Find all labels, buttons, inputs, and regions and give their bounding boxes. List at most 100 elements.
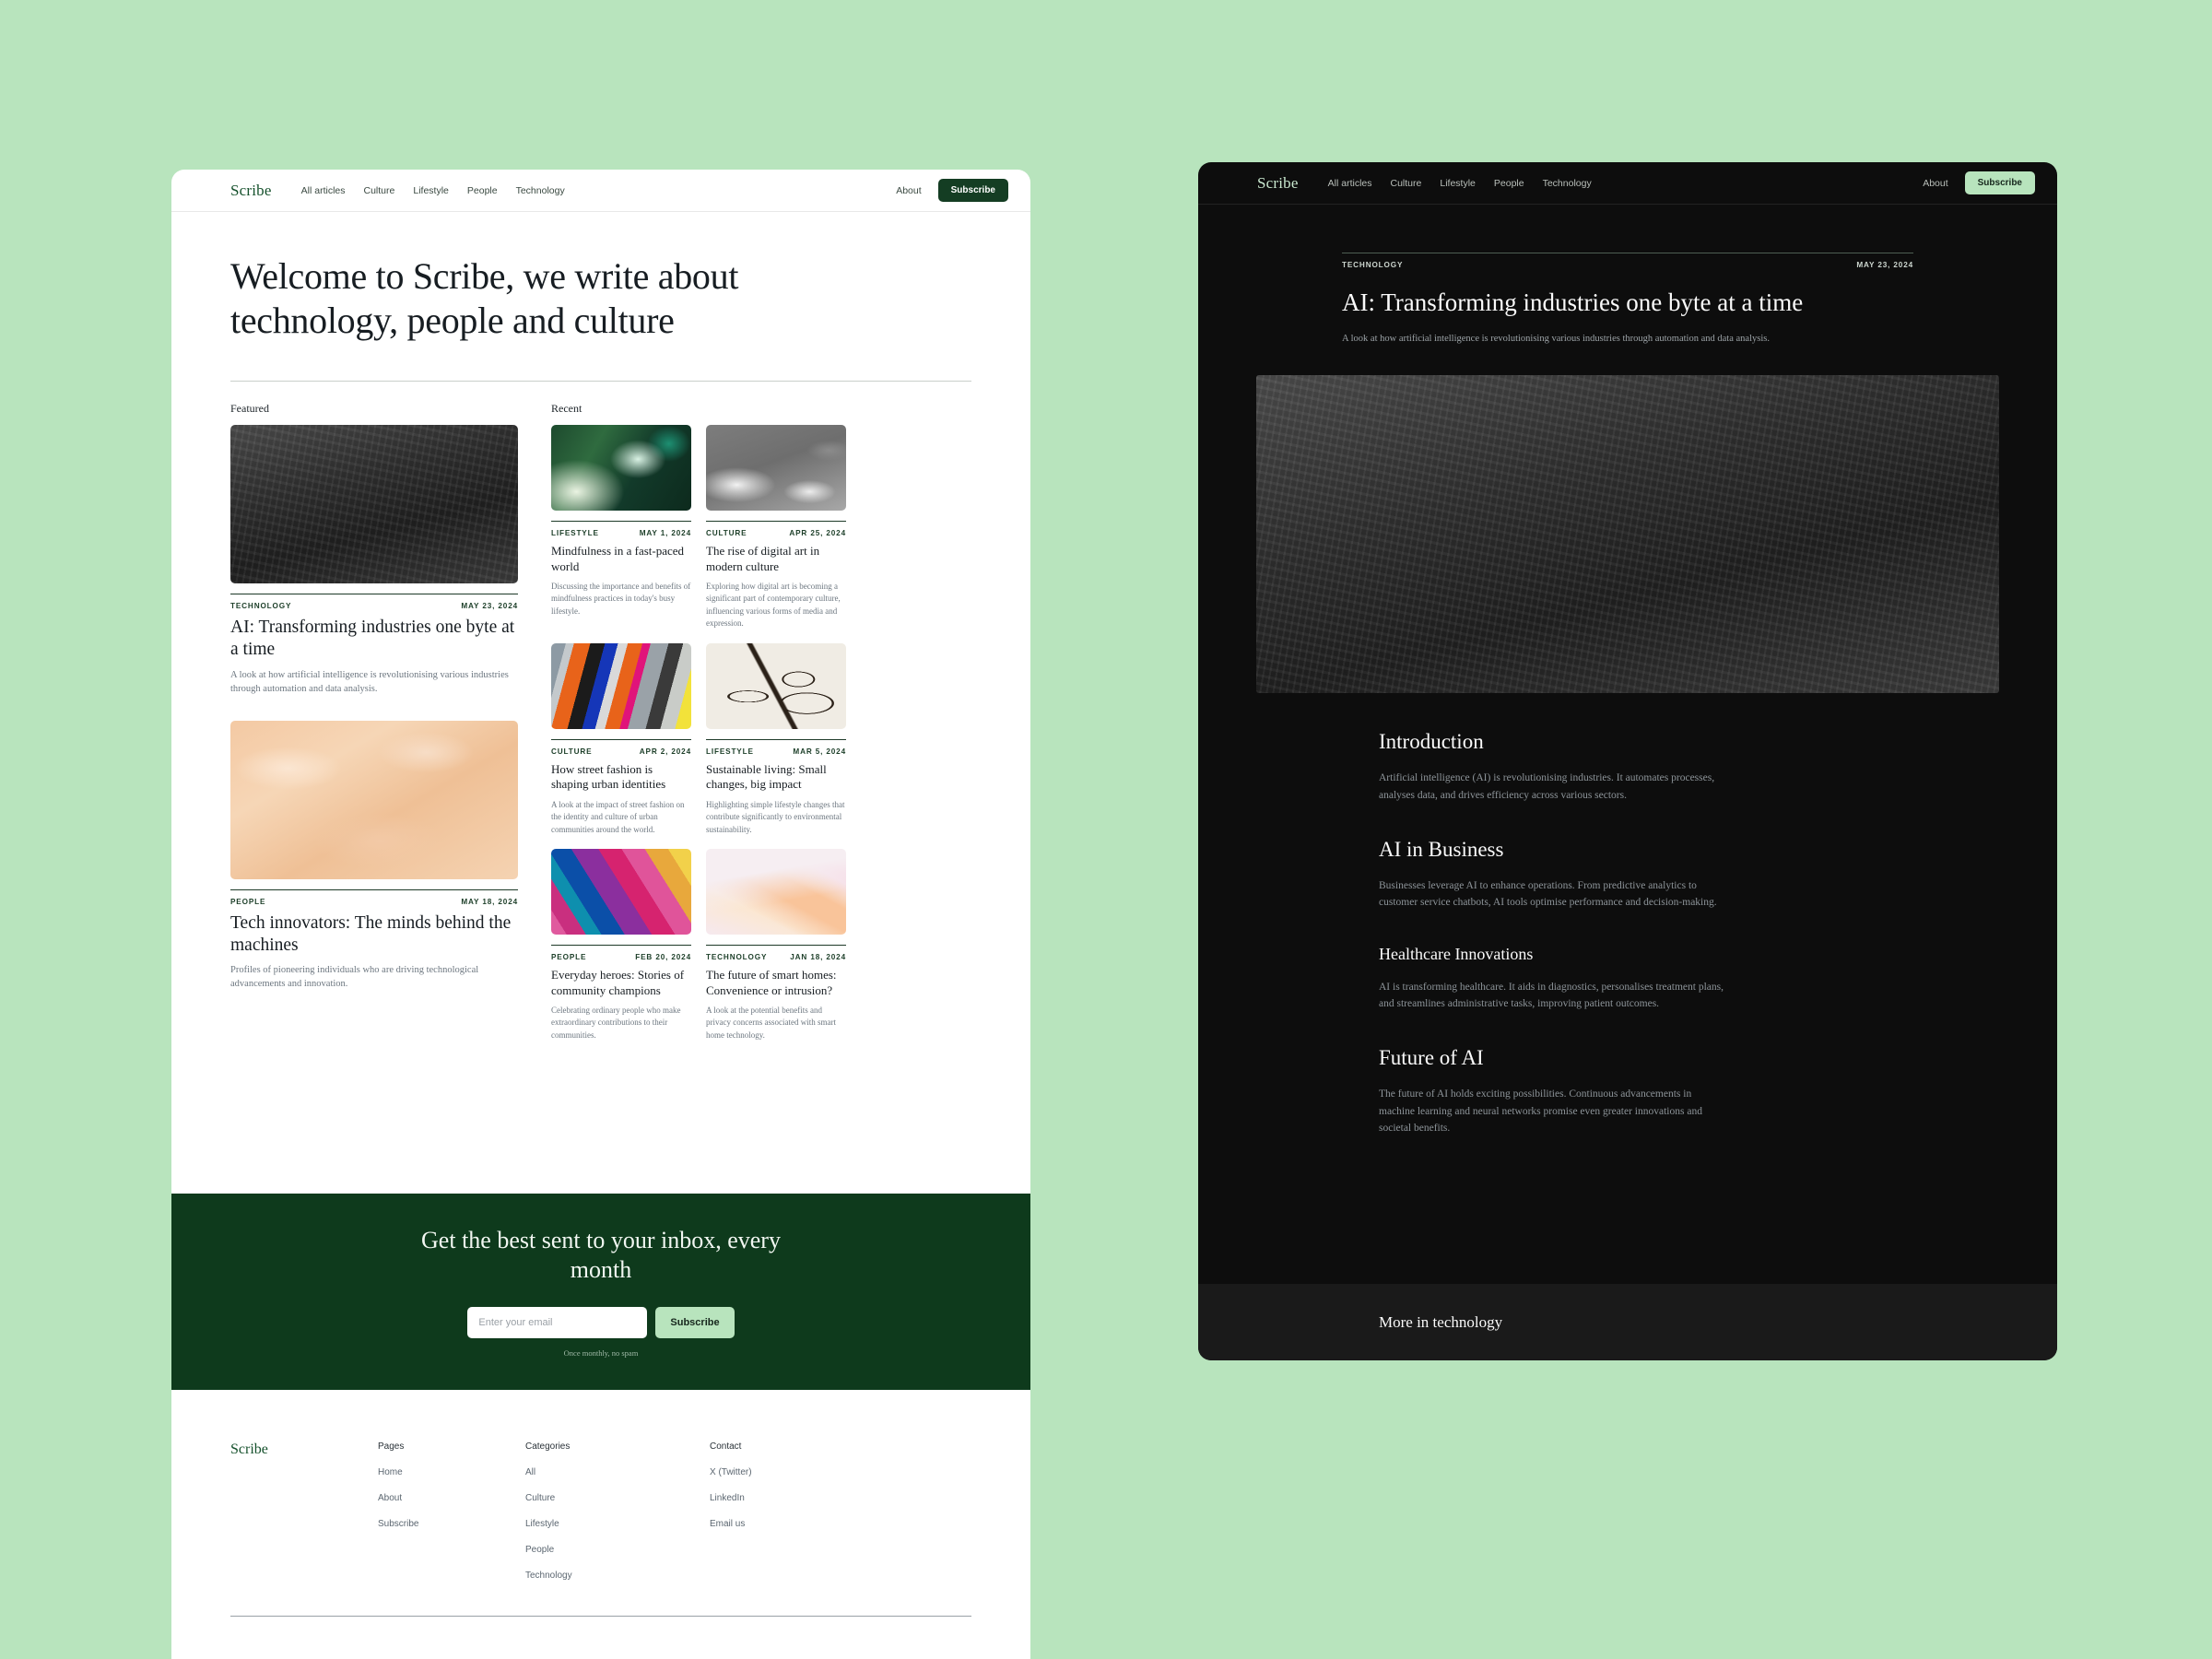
article-date: MAY 23, 2024	[461, 602, 518, 611]
article-meta: CULTURE APR 25, 2024	[706, 522, 846, 537]
footer-column-categories: Categories All Culture Lifestyle People …	[525, 1441, 710, 1596]
article-description: Profiles of pioneering individuals who a…	[230, 964, 479, 990]
article-description: Highlighting simple lifestyle changes th…	[706, 799, 845, 834]
article-title[interactable]: Sustainable living: Small changes, big i…	[706, 762, 846, 793]
article-description: A look at the impact of street fashion o…	[551, 799, 685, 834]
article-title[interactable]: Tech innovators: The minds behind the ma…	[230, 912, 518, 957]
article-date: APR 2, 2024	[639, 747, 691, 756]
section-heading: Future of AI	[1379, 1046, 1484, 1070]
footer-heading: Categories	[525, 1441, 571, 1452]
article-title[interactable]: How street fashion is shaping urban iden…	[551, 762, 691, 793]
article-title[interactable]: AI: Transforming industries one byte at …	[230, 617, 518, 661]
article-meta: PEOPLE MAY 18, 2024	[230, 890, 518, 906]
footer-link-subscribe[interactable]: Subscribe	[378, 1519, 525, 1529]
nav-item-people[interactable]: People	[467, 185, 498, 196]
featured-label: Featured	[230, 402, 269, 416]
article-category: PEOPLE	[551, 953, 587, 962]
email-input[interactable]	[467, 1306, 648, 1338]
section-paragraph: Businesses leverage AI to enhance operat…	[1379, 879, 1717, 909]
article-date: MAY 18, 2024	[461, 897, 518, 906]
header-actions: About Subscribe	[1923, 171, 2035, 194]
article-date: FEB 20, 2024	[635, 953, 691, 962]
recent-articles-grid: LIFESTYLE MAY 1, 2024 Mindfulness in a f…	[551, 425, 846, 1041]
footer-link-twitter[interactable]: X (Twitter)	[710, 1467, 857, 1477]
nav-item-culture[interactable]: Culture	[364, 185, 395, 196]
nav-item-all-articles[interactable]: All articles	[1328, 178, 1372, 189]
footer-link-people[interactable]: People	[525, 1545, 710, 1555]
site-footer: Scribe Pages Home About Subscribe Catego…	[171, 1390, 1030, 1659]
more-in-technology-bar[interactable]: More in technology	[1198, 1284, 2057, 1360]
article-thumbnail-marble	[230, 720, 518, 879]
article-category: PEOPLE	[230, 897, 266, 906]
article-hero: TECHNOLOGY MAY 23, 2024 AI: Transforming…	[1198, 205, 2057, 694]
site-header: Scribe All articles Culture Lifestyle Pe…	[171, 170, 1030, 212]
article-section-ai-in-business: AI in Business Businesses leverage AI to…	[1379, 838, 1729, 912]
footer-link-lifestyle[interactable]: Lifestyle	[525, 1519, 710, 1529]
nav-item-culture[interactable]: Culture	[1391, 178, 1422, 189]
nav-item-technology[interactable]: Technology	[1543, 178, 1592, 189]
article-body: Introduction Artificial intelligence (AI…	[1379, 730, 1729, 1137]
article-meta: CULTURE APR 2, 2024	[551, 740, 691, 756]
nav-item-about[interactable]: About	[1923, 178, 1947, 189]
nav-item-lifestyle[interactable]: Lifestyle	[413, 185, 449, 196]
footer-divider	[230, 1616, 971, 1617]
footer-link-about[interactable]: About	[378, 1493, 525, 1503]
article-description: A look at how artificial intelligence is…	[230, 669, 509, 695]
article-thumbnail-green	[551, 425, 691, 512]
article-thumbnail-lines	[706, 642, 846, 729]
footer-heading: Contact	[710, 1441, 742, 1452]
footer-link-technology[interactable]: Technology	[525, 1571, 710, 1581]
footer-link-all[interactable]: All	[525, 1467, 710, 1477]
article-thumbnail-charcoal	[230, 425, 518, 584]
article-category: LIFESTYLE	[551, 529, 599, 538]
site-logo[interactable]: Scribe	[1257, 174, 1299, 193]
article-thumbnail-shadow	[706, 425, 846, 512]
article-page-panel: Scribe All articles Culture Lifestyle Pe…	[1198, 162, 2057, 1360]
recent-article-card[interactable]: LIFESTYLE MAR 5, 2024 Sustainable living…	[706, 642, 846, 836]
article-meta: TECHNOLOGY MAY 23, 2024	[230, 594, 518, 610]
recent-article-card[interactable]: PEOPLE FEB 20, 2024 Everyday heroes: Sto…	[551, 849, 691, 1041]
content-columns: Featured TECHNOLOGY MAY 23, 2024 AI: Tra…	[171, 382, 1030, 1041]
nav-item-technology[interactable]: Technology	[516, 185, 565, 196]
article-section-future-of-ai: Future of AI The future of AI holds exci…	[1379, 1046, 1729, 1137]
hero-section: Welcome to Scribe, we write about techno…	[171, 212, 1030, 342]
article-date: MAR 5, 2024	[793, 747, 846, 756]
section-heading: Introduction	[1379, 730, 1484, 754]
recent-article-card[interactable]: CULTURE APR 25, 2024 The rise of digital…	[706, 425, 846, 630]
newsletter-subscribe-button[interactable]: Subscribe	[655, 1306, 735, 1338]
nav-item-lifestyle[interactable]: Lifestyle	[1440, 178, 1476, 189]
article-title[interactable]: Mindfulness in a fast-paced world	[551, 544, 691, 574]
featured-article-1[interactable]: TECHNOLOGY MAY 23, 2024 AI: Transforming…	[230, 425, 518, 696]
recent-article-card[interactable]: LIFESTYLE MAY 1, 2024 Mindfulness in a f…	[551, 425, 691, 630]
section-paragraph: AI is transforming healthcare. It aids i…	[1379, 981, 1724, 1010]
subscribe-button[interactable]: Subscribe	[1964, 171, 2035, 194]
featured-article-2[interactable]: PEOPLE MAY 18, 2024 Tech innovators: The…	[230, 720, 518, 992]
article-hero-image	[1256, 375, 1999, 694]
article-description: A look at the potential benefits and pri…	[706, 1005, 836, 1040]
footer-heading: Pages	[378, 1441, 405, 1452]
recent-article-card[interactable]: TECHNOLOGY JAN 18, 2024 The future of sm…	[706, 849, 846, 1041]
article-date: JAN 18, 2024	[790, 953, 846, 962]
article-title[interactable]: The rise of digital art in modern cultur…	[706, 544, 846, 574]
featured-column: Featured TECHNOLOGY MAY 23, 2024 AI: Tra…	[230, 402, 518, 1041]
article-title[interactable]: The future of smart homes: Convenience o…	[706, 968, 846, 998]
article-meta: PEOPLE FEB 20, 2024	[551, 946, 691, 961]
footer-column-pages: Pages Home About Subscribe	[378, 1441, 525, 1596]
nav-item-people[interactable]: People	[1494, 178, 1524, 189]
recent-article-card[interactable]: CULTURE APR 2, 2024 How street fashion i…	[551, 642, 691, 836]
footer-logo[interactable]: Scribe	[230, 1441, 378, 1596]
footer-link-home[interactable]: Home	[378, 1467, 525, 1477]
subscribe-button[interactable]: Subscribe	[937, 179, 1008, 202]
nav-item-all-articles[interactable]: All articles	[301, 185, 346, 196]
section-heading: Healthcare Innovations	[1379, 944, 1534, 963]
header-actions: About Subscribe	[896, 179, 1008, 202]
footer-link-linkedin[interactable]: LinkedIn	[710, 1493, 857, 1503]
site-logo[interactable]: Scribe	[230, 182, 272, 200]
article-date: MAY 1, 2024	[639, 529, 691, 538]
article-title[interactable]: Everyday heroes: Stories of community ch…	[551, 968, 691, 998]
newsletter-heading: Get the best sent to your inbox, every m…	[421, 1227, 781, 1283]
more-in-technology-label: More in technology	[1379, 1312, 1503, 1331]
footer-link-culture[interactable]: Culture	[525, 1493, 710, 1503]
footer-link-email[interactable]: Email us	[710, 1519, 857, 1529]
nav-item-about[interactable]: About	[896, 185, 921, 196]
